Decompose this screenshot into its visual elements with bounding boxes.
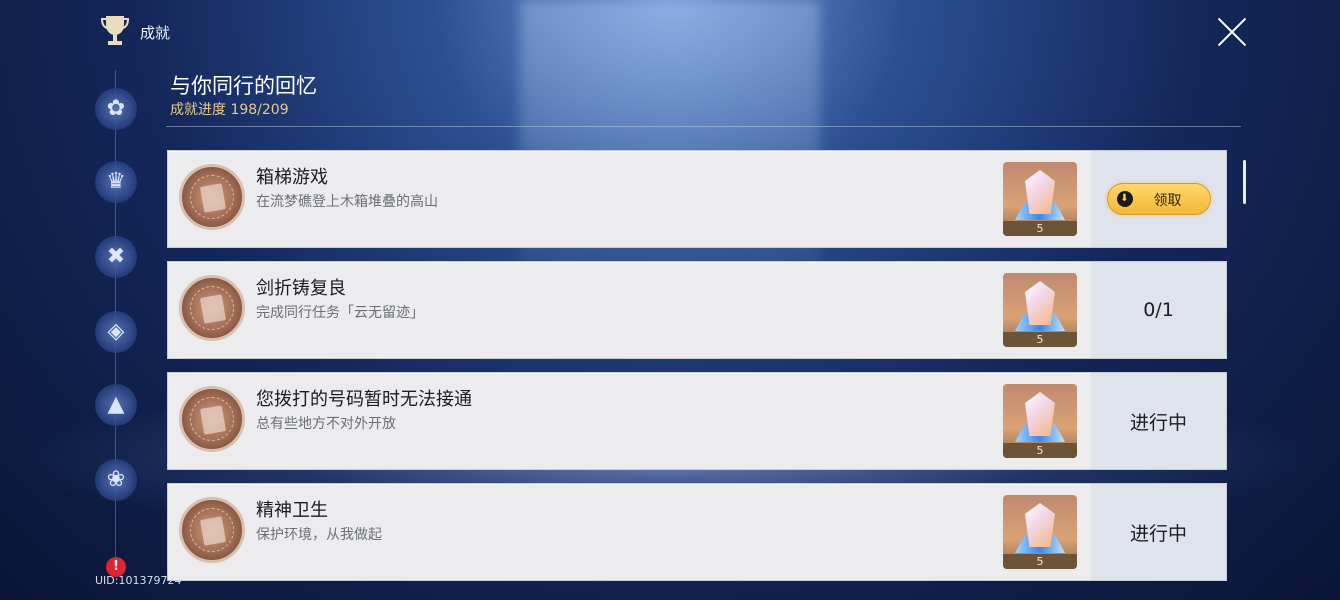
reward-count: 5 [1003,332,1077,347]
reward-item[interactable]: 5 [1003,273,1077,347]
achievement-description: 保护环境，从我做起 [256,527,382,543]
sidebar-category-6-icon[interactable]: ❀ [95,459,137,501]
sidebar-category-4-icon[interactable]: ◈ [95,311,137,353]
status-text: 0/1 [1143,299,1174,321]
achievement-description: 在流梦礁登上木箱堆叠的高山 [256,194,438,210]
sidebar-category-1-icon[interactable]: ✿ [95,88,137,130]
sidebar-category-3-icon[interactable]: ✖ [95,236,137,278]
claim-button[interactable]: ⬇ 领取 [1106,183,1211,215]
medal-icon [179,386,245,452]
medal-icon [179,497,245,563]
achievement-name: 剑折铸复良 [256,278,346,299]
category-title: 与你同行的回忆 [170,74,317,98]
achievement-card[interactable]: 精神卫生 保护环境，从我做起 5 进行中 [167,483,1227,581]
close-icon[interactable] [1216,16,1248,48]
medal-icon [179,275,245,341]
arrow-down-icon: ⬇ [1116,191,1133,207]
achievement-list: 箱梯游戏 在流梦礁登上木箱堆叠的高山 5 ⬇ 领取 剑折铸复良 完成同行任务「云… [167,150,1227,594]
status-text: 进行中 [1129,411,1187,434]
achievement-card[interactable]: 您拨打的号码暂时无法接通 总有些地方不对外开放 5 进行中 [167,372,1227,470]
medal-icon [179,164,245,230]
reward-count: 5 [1003,554,1077,569]
achievement-name: 箱梯游戏 [256,167,328,188]
reward-item[interactable]: 5 [1003,495,1077,569]
sidebar-category-5-icon[interactable]: ▲ [95,384,137,426]
status-text: 进行中 [1129,522,1187,545]
trophy-icon [100,16,130,45]
achievement-name: 您拨打的号码暂时无法接通 [256,389,472,410]
list-scrollbar[interactable] [1243,160,1246,204]
achievement-name: 精神卫生 [256,500,328,521]
achievement-description: 总有些地方不对外开放 [256,416,396,432]
reward-count: 5 [1003,443,1077,458]
reward-item[interactable]: 5 [1003,384,1077,458]
status-area: 进行中 [1091,373,1226,469]
claim-label: 领取 [1153,193,1182,209]
achievement-description: 完成同行任务「云无留迹」 [256,305,424,321]
header-divider [166,126,1241,127]
achievement-card[interactable]: 箱梯游戏 在流梦礁登上木箱堆叠的高山 5 ⬇ 领取 [167,150,1227,248]
reward-count: 5 [1003,221,1077,236]
achievement-card[interactable]: 剑折铸复良 完成同行任务「云无留迹」 5 0/1 [167,261,1227,359]
status-area: ⬇ 领取 [1091,151,1226,247]
status-area: 进行中 [1091,484,1226,580]
app-title: 成就 [140,24,171,42]
achievement-progress: 成就进度 198/209 [170,102,289,118]
status-area: 0/1 [1091,262,1226,358]
reward-item[interactable]: 5 [1003,162,1077,236]
sidebar-category-2-icon[interactable]: ♛ [95,161,137,203]
